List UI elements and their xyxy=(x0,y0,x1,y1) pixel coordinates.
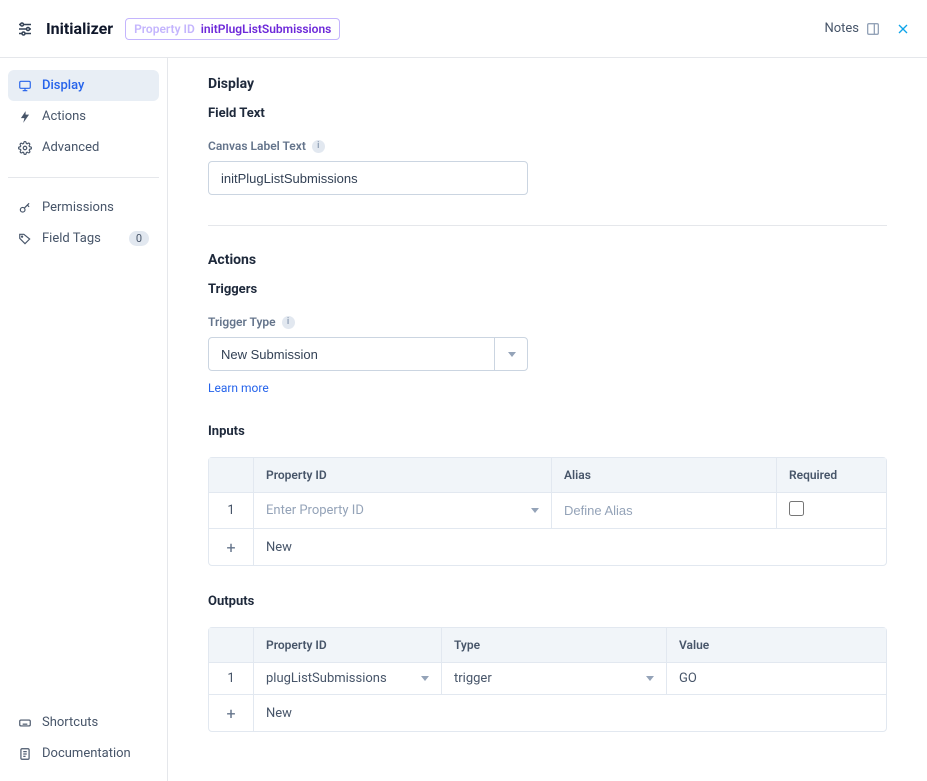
alias-input[interactable] xyxy=(564,503,764,518)
outputs-table: Property ID Type Value 1 plugListSubmiss… xyxy=(208,627,887,732)
close-icon[interactable] xyxy=(895,21,911,37)
display-section-title: Display xyxy=(208,76,887,92)
output-value-cell[interactable]: GO xyxy=(666,663,886,695)
trigger-type-label: Trigger Type i xyxy=(208,315,887,329)
sidebar-label: Actions xyxy=(42,109,86,124)
monitor-icon xyxy=(18,79,32,93)
main-content: Display Field Text Canvas Label Text i A… xyxy=(168,58,927,781)
section-divider xyxy=(208,225,887,226)
document-icon xyxy=(18,747,32,761)
notes-label: Notes xyxy=(824,21,859,36)
field-text-title: Field Text xyxy=(208,106,887,121)
inputs-title: Inputs xyxy=(208,424,887,439)
inputs-col-property: Property ID xyxy=(253,458,551,493)
trigger-type-select[interactable] xyxy=(208,337,528,371)
info-icon[interactable]: i xyxy=(282,316,295,329)
trigger-type-select-wrap xyxy=(208,337,528,371)
property-id-placeholder: Enter Property ID xyxy=(266,503,364,518)
sidebar-group-main: Display Actions Advanced xyxy=(8,70,159,178)
header: Initializer Property ID initPlugListSubm… xyxy=(0,0,927,58)
canvas-label-text: Canvas Label Text xyxy=(208,139,306,153)
canvas-label-input[interactable] xyxy=(208,161,528,195)
sidebar-footer: Shortcuts Documentation xyxy=(8,707,159,769)
table-row-new: + New xyxy=(209,529,886,565)
table-row: 1 plugListSubmissions trigger xyxy=(209,663,886,695)
new-row-label[interactable]: New xyxy=(253,695,886,731)
header-right: Notes xyxy=(824,21,911,37)
chevron-down-icon xyxy=(421,676,429,681)
input-required-cell xyxy=(776,493,886,529)
output-value-text: GO xyxy=(679,671,697,686)
inputs-col-num xyxy=(209,458,253,493)
notes-button[interactable]: Notes xyxy=(824,21,881,37)
sidebar-item-documentation[interactable]: Documentation xyxy=(8,738,159,769)
add-row-cell: + xyxy=(209,529,253,565)
outputs-col-num xyxy=(209,628,253,663)
property-id-value: initPlugListSubmissions xyxy=(201,22,332,36)
output-property-cell[interactable]: plugListSubmissions xyxy=(253,663,441,695)
panel-icon xyxy=(865,21,881,37)
keyboard-icon xyxy=(18,716,32,730)
required-checkbox[interactable] xyxy=(789,501,804,516)
outputs-col-type: Type xyxy=(441,628,666,663)
trigger-type-text: Trigger Type xyxy=(208,315,276,329)
chevron-down-icon xyxy=(646,676,654,681)
sidebar-label: Display xyxy=(42,78,84,93)
field-tags-count: 0 xyxy=(129,231,149,246)
key-icon xyxy=(18,201,32,215)
sidebar-label: Advanced xyxy=(42,140,99,155)
table-row: 1 Enter Property ID xyxy=(209,493,886,529)
sidebar-label: Documentation xyxy=(42,746,131,761)
sidebar-label: Field Tags xyxy=(42,231,101,246)
sidebar-item-shortcuts[interactable]: Shortcuts xyxy=(8,707,159,738)
row-number: 1 xyxy=(209,663,253,695)
bolt-icon xyxy=(18,110,32,124)
table-row-new: + New xyxy=(209,695,886,731)
plus-icon[interactable]: + xyxy=(221,537,241,557)
sidebar-item-field-tags[interactable]: Field Tags 0 xyxy=(8,223,159,254)
input-alias-cell[interactable] xyxy=(551,493,776,529)
canvas-label-text-label: Canvas Label Text i xyxy=(208,139,887,153)
output-type-cell[interactable]: trigger xyxy=(441,663,666,695)
sidebar-item-display[interactable]: Display xyxy=(8,70,159,101)
outputs-col-value: Value xyxy=(666,628,886,663)
row-number: 1 xyxy=(209,493,253,529)
property-id-badge[interactable]: Property ID initPlugListSubmissions xyxy=(125,18,340,40)
sidebar-label: Permissions xyxy=(42,200,114,215)
header-left: Initializer Property ID initPlugListSubm… xyxy=(16,18,340,40)
plus-icon[interactable]: + xyxy=(221,703,241,723)
sliders-icon xyxy=(16,20,34,38)
learn-more-link[interactable]: Learn more xyxy=(208,381,269,395)
sidebar-item-advanced[interactable]: Advanced xyxy=(8,132,159,163)
inputs-col-required: Required xyxy=(776,458,886,493)
layout: Display Actions Advanced Permissions Fie… xyxy=(0,58,927,781)
outputs-col-property: Property ID xyxy=(253,628,441,663)
tag-icon xyxy=(18,232,32,246)
outputs-title: Outputs xyxy=(208,594,887,609)
sidebar-item-permissions[interactable]: Permissions xyxy=(8,192,159,223)
property-id-label: Property ID xyxy=(134,22,195,36)
inputs-table: Property ID Alias Required 1 Enter Prope… xyxy=(208,457,887,566)
chevron-down-icon xyxy=(531,508,539,513)
gear-icon xyxy=(18,141,32,155)
add-row-cell: + xyxy=(209,695,253,731)
triggers-title: Triggers xyxy=(208,282,887,297)
input-property-cell[interactable]: Enter Property ID xyxy=(253,493,551,529)
sidebar: Display Actions Advanced Permissions Fie… xyxy=(0,58,168,781)
sidebar-item-actions[interactable]: Actions xyxy=(8,101,159,132)
inputs-col-alias: Alias xyxy=(551,458,776,493)
new-row-label[interactable]: New xyxy=(253,529,886,565)
output-type-value: trigger xyxy=(454,671,492,686)
actions-section-title: Actions xyxy=(208,252,887,268)
sidebar-group-secondary: Permissions Field Tags 0 xyxy=(8,192,159,254)
sidebar-label: Shortcuts xyxy=(42,715,98,730)
output-property-value: plugListSubmissions xyxy=(266,671,387,686)
page-title: Initializer xyxy=(46,19,113,38)
info-icon[interactable]: i xyxy=(312,140,325,153)
